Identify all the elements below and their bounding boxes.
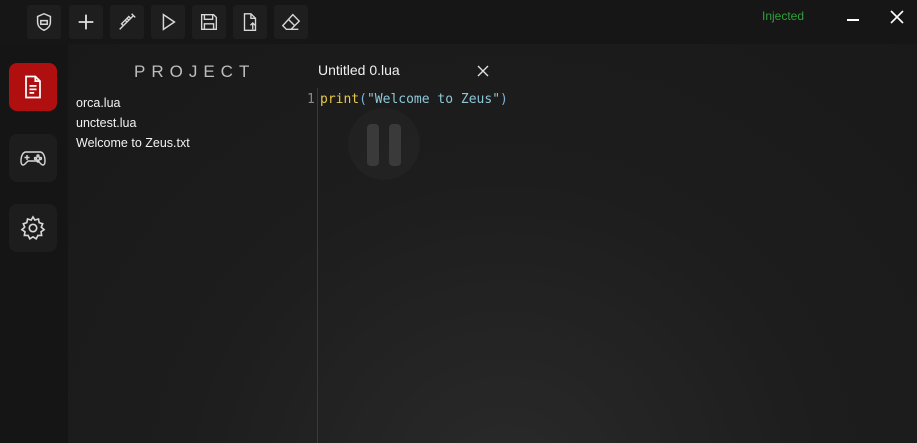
clear-button[interactable] (274, 5, 308, 39)
close-window-button[interactable] (882, 4, 912, 30)
pause-icon-bar-left (367, 124, 379, 166)
play-icon (162, 13, 176, 31)
save-icon (200, 13, 218, 31)
file-list: orca.lua unctest.lua Welcome to Zeus.txt (76, 94, 190, 154)
document-icon (25, 75, 41, 99)
open-file-icon (243, 13, 257, 31)
inject-button[interactable] (110, 5, 144, 39)
plus-icon (78, 14, 94, 30)
shield-button[interactable] (27, 5, 61, 39)
tab-untitled[interactable]: Untitled 0.lua (318, 62, 400, 78)
code-keyword: print (320, 92, 360, 107)
tab-close-button[interactable] (474, 62, 492, 80)
sidebar-item-editor[interactable] (9, 63, 57, 111)
close-icon (890, 10, 904, 24)
save-button[interactable] (192, 5, 226, 39)
sidebar-rail (0, 44, 68, 443)
syringe-icon (119, 13, 136, 30)
shield-icon (36, 12, 52, 32)
project-panel: PROJECT orca.lua unctest.lua Welcome to … (68, 44, 316, 443)
pause-icon-bar-right (389, 124, 401, 166)
open-file-button[interactable] (233, 5, 267, 39)
code-paren-open: ( (359, 92, 367, 107)
minimize-button[interactable] (838, 4, 868, 30)
code-editor[interactable]: print("Welcome to Zeus") (320, 92, 508, 107)
pause-overlay-button[interactable] (348, 108, 420, 180)
code-string: "Welcome to Zeus" (366, 92, 501, 107)
file-item[interactable]: Welcome to Zeus.txt (76, 134, 190, 154)
injection-status: Injected (762, 9, 805, 23)
execute-button[interactable] (151, 5, 185, 39)
close-icon (477, 65, 489, 77)
editor-gutter-divider (317, 88, 318, 443)
code-paren-close: ) (500, 92, 508, 107)
executor-window: Injected PROJECT orca.lua unctest.lua We… (0, 0, 917, 443)
gear-icon (20, 215, 46, 241)
project-title: PROJECT (134, 62, 256, 81)
file-item[interactable]: orca.lua (76, 94, 190, 114)
sidebar-item-settings[interactable] (9, 204, 57, 252)
eraser-icon (281, 13, 301, 31)
sidebar-item-games[interactable] (9, 134, 57, 182)
new-tab-button[interactable] (69, 5, 103, 39)
line-number: 1 (307, 92, 315, 107)
toolbar: Injected (0, 0, 917, 44)
minimize-icon (847, 19, 859, 21)
file-item[interactable]: unctest.lua (76, 114, 190, 134)
gamepad-icon (20, 151, 46, 166)
